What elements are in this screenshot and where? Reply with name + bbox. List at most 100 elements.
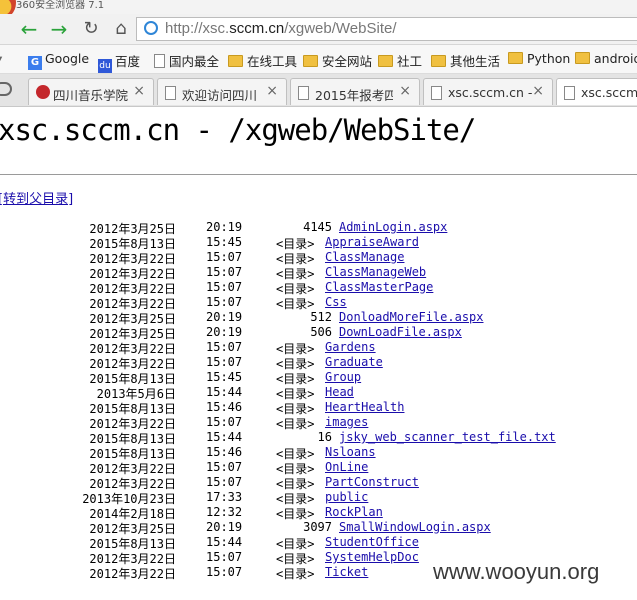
bookmarks-chevron-icon[interactable]: ▾ — [0, 51, 2, 66]
url-prefix: http://xsc. — [165, 20, 230, 37]
entry-link[interactable]: images — [325, 415, 368, 429]
home-button[interactable]: ⌂ — [110, 17, 132, 41]
entry-link[interactable]: PartConstruct — [325, 475, 419, 489]
home-icon: ⌂ — [115, 18, 127, 39]
entry-link[interactable]: public — [325, 490, 368, 504]
entry-link[interactable]: AppraiseAward — [325, 235, 419, 249]
entry-link[interactable]: SmallWindowLogin.aspx — [339, 520, 491, 534]
entry-time: 15:07 — [206, 460, 243, 474]
forward-button[interactable]: → — [48, 17, 70, 41]
entry-date: 2012年3月22日 — [89, 567, 176, 581]
page-icon — [431, 86, 442, 100]
entry-link[interactable]: Ticket — [325, 565, 368, 579]
forward-arrow-icon: → — [50, 17, 68, 41]
listing-row: 2015年8月13日 15:45 <目录> AppraiseAward — [0, 235, 637, 251]
listing-row: 2012年3月22日 15:07 <目录> Gardens — [0, 340, 637, 356]
entry-time: 15:46 — [206, 400, 243, 414]
entry-time: 15:44 — [206, 430, 243, 444]
entry-link[interactable]: SystemHelpDoc — [325, 550, 419, 564]
entry-link[interactable]: DownLoadFile.aspx — [339, 325, 462, 339]
bookmarks-bar: ▾ GGoogle du百度 国内最全 在线工具 安全网站 社工 其他生活 Py… — [0, 45, 637, 74]
entry-link[interactable]: OnLine — [325, 460, 368, 474]
entry-time: 15:07 — [206, 250, 243, 264]
site-favicon-icon — [36, 85, 50, 99]
tab-close-icon[interactable]: × — [532, 83, 544, 99]
entry-size: 16 — [317, 430, 332, 444]
divider — [0, 174, 637, 175]
page-icon — [564, 86, 575, 100]
entry-link[interactable]: AdminLogin.aspx — [339, 220, 447, 234]
reload-button[interactable]: ↻ — [80, 17, 102, 41]
bookmark-guonei[interactable]: 国内最全 — [154, 51, 219, 70]
listing-row: 2012年3月22日 15:07 <目录> OnLine — [0, 460, 637, 476]
entry-link[interactable]: Css — [325, 295, 347, 309]
url-path: /xgweb/WebSite/ — [284, 20, 397, 37]
entry-link[interactable]: Nsloans — [325, 445, 376, 459]
folder-icon — [575, 52, 590, 64]
entry-time: 15:07 — [206, 565, 243, 579]
directory-listing: 2012年3月25日 20:19 4145 AdminLogin.aspx 2015年8… — [0, 220, 637, 581]
cloud-icon[interactable] — [0, 82, 12, 96]
url-text[interactable]: http://xsc.sccm.cn/xgweb/WebSite/ — [165, 20, 397, 37]
folder-icon — [508, 52, 523, 64]
listing-row: 2012年3月25日 20:19 506 DownLoadFile.aspx — [0, 325, 637, 341]
back-button[interactable]: ← — [18, 17, 40, 41]
entry-link[interactable]: jsky_web_scanner_test_file.txt — [339, 430, 556, 444]
entry-time: 15:45 — [206, 235, 243, 249]
listing-row: 2012年3月22日 15:07 <目录> images — [0, 415, 637, 431]
entry-link[interactable]: ClassManage — [325, 250, 404, 264]
tab-close-icon[interactable]: × — [133, 83, 145, 99]
tab-xsc-sccm-1[interactable]: xsc.sccm.cn - / × — [423, 78, 553, 105]
entry-time: 15:07 — [206, 475, 243, 489]
folder-icon — [431, 55, 446, 67]
entry-link[interactable]: DonloadMoreFile.aspx — [339, 310, 484, 324]
page-icon — [298, 86, 309, 100]
entry-link[interactable]: ClassManageWeb — [325, 265, 426, 279]
entry-size: 506 — [310, 325, 332, 339]
tab-close-icon[interactable]: × — [266, 83, 278, 99]
entry-link[interactable]: Group — [325, 370, 361, 384]
folder-icon — [228, 55, 243, 67]
entry-link[interactable]: HeartHealth — [325, 400, 404, 414]
address-bar[interactable]: http://xsc.sccm.cn/xgweb/WebSite/ — [136, 17, 637, 41]
tab-xsc-sccm-active[interactable]: xsc.sccm — [556, 78, 637, 105]
navigation-bar: ← → ↻ ⌂ http://xsc.sccm.cn/xgweb/WebSite… — [0, 14, 637, 45]
google-icon: G — [28, 56, 42, 70]
entry-time: 15:45 — [206, 370, 243, 384]
bookmark-other-life[interactable]: 其他生活 — [431, 51, 500, 70]
bookmark-google[interactable]: G Google — [28, 51, 89, 70]
listing-row: 2012年3月22日 15:07 <目录> PartConstruct — [0, 475, 637, 491]
page-title: xsc.sccm.cn - /xgweb/WebSite/ — [0, 113, 476, 147]
bookmark-online-tools[interactable]: 在线工具 — [228, 51, 297, 70]
entry-time: 15:07 — [206, 355, 243, 369]
listing-row: 2012年3月25日 20:19 4145 AdminLogin.aspx — [0, 220, 637, 236]
entry-time: 15:44 — [206, 385, 243, 399]
tab-sichuan-music[interactable]: 四川音乐学院 × — [28, 78, 154, 105]
bookmark-baidu[interactable]: du 百度 — [98, 51, 140, 73]
bookmark-android[interactable]: android — [575, 51, 637, 66]
window-title: 360安全浏览器 7.1 — [16, 0, 105, 11]
bookmark-sheguong[interactable]: 社工 — [378, 51, 422, 70]
entry-link[interactable]: Head — [325, 385, 354, 399]
entry-link[interactable]: Gardens — [325, 340, 376, 354]
entry-time: 12:32 — [206, 505, 243, 519]
entry-link[interactable]: ClassMasterPage — [325, 280, 433, 294]
folder-icon — [303, 55, 318, 67]
bookmark-python[interactable]: Python — [508, 51, 570, 66]
entry-link[interactable]: RockPlan — [325, 505, 383, 519]
entry-link[interactable]: Graduate — [325, 355, 383, 369]
tab-2015-exam[interactable]: 2015年报考四 × — [290, 78, 420, 105]
back-arrow-icon: ← — [20, 17, 38, 41]
tab-close-icon[interactable]: × — [399, 83, 411, 99]
listing-row: 2015年8月13日 15:45 <目录> Group — [0, 370, 637, 386]
listing-row: 2012年3月22日 15:07 <目录> Graduate — [0, 355, 637, 371]
parent-directory-link[interactable]: [转到父目录] — [0, 188, 73, 207]
listing-row: 2015年8月13日 15:44 <目录> StudentOffice — [0, 535, 637, 551]
tab-welcome[interactable]: 欢迎访问四川 × — [157, 78, 287, 105]
entry-time: 15:07 — [206, 280, 243, 294]
globe-icon — [144, 21, 158, 35]
listing-row: 2013年5月6日 15:44 <目录> Head — [0, 385, 637, 401]
entry-time: 15:07 — [206, 550, 243, 564]
entry-link[interactable]: StudentOffice — [325, 535, 419, 549]
bookmark-security-sites[interactable]: 安全网站 — [303, 51, 372, 70]
